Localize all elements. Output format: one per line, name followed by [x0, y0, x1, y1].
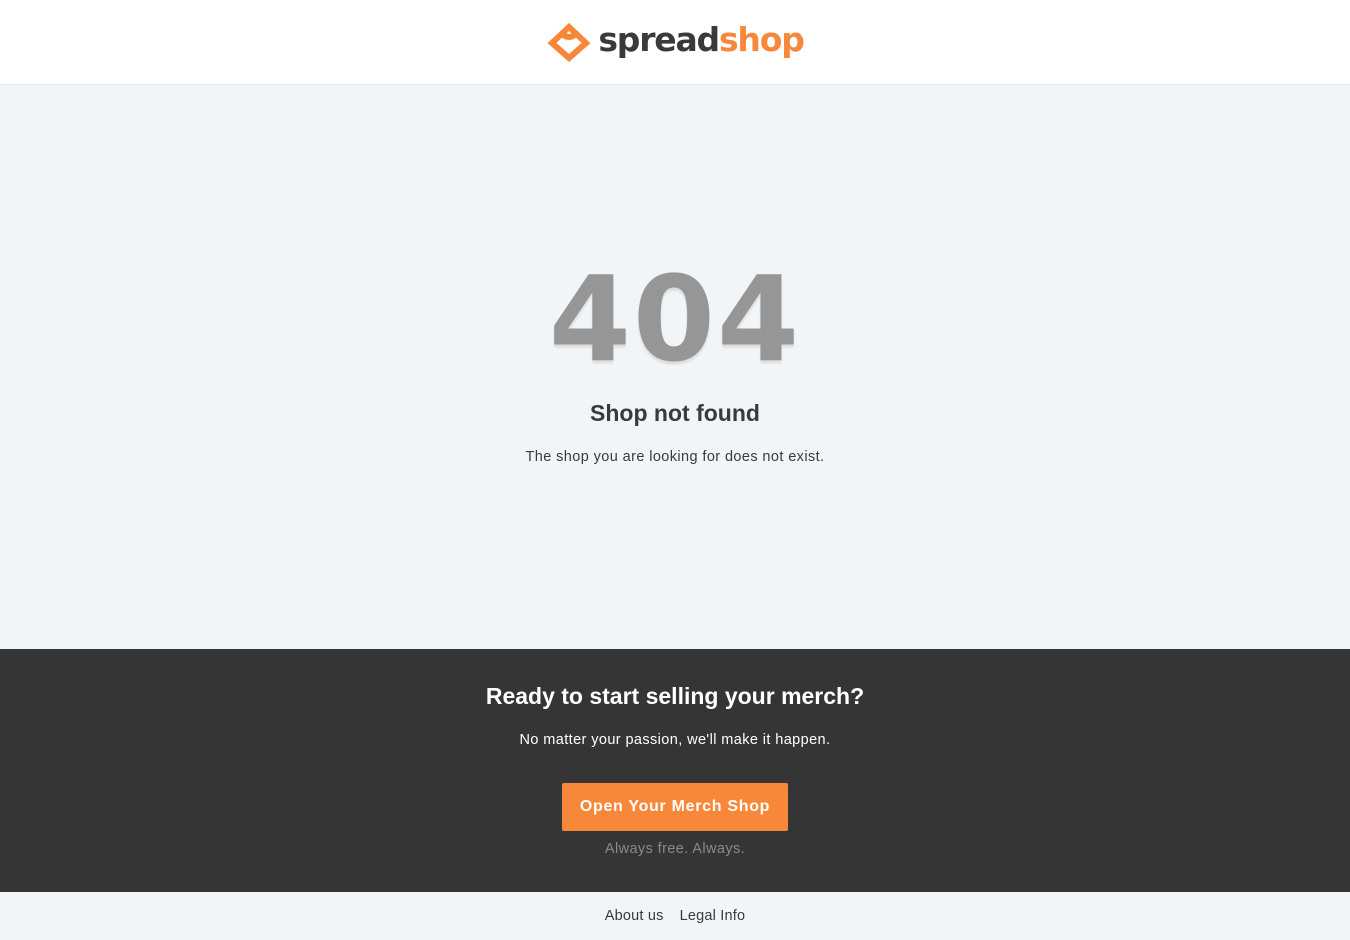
logo-wordmark: spreadshop: [598, 20, 805, 60]
open-merch-shop-button[interactable]: Open Your Merch Shop: [562, 783, 788, 831]
logo-wordmark-spread: spread: [598, 20, 720, 59]
heart-diamond-icon: [547, 22, 591, 62]
error-title: Shop not found: [590, 400, 760, 426]
footer-link-legal-info[interactable]: Legal Info: [680, 908, 746, 924]
site-header: spreadshop: [0, 0, 1350, 85]
spreadshop-logo[interactable]: spreadshop: [546, 20, 805, 62]
promo-note: Always free. Always.: [604, 841, 746, 857]
error-message: The shop you are looking for does not ex…: [525, 449, 825, 465]
promo-subtitle: No matter your passion, we'll make it ha…: [519, 732, 831, 748]
error-code: 404: [548, 250, 802, 388]
logo-wordmark-shop: shop: [718, 20, 805, 59]
promo-title: Ready to start selling your merch?: [485, 683, 865, 709]
not-found-section: 404 Shop not found The shop you are look…: [0, 86, 1350, 649]
site-footer: About us Legal Info: [0, 892, 1350, 940]
footer-link-about-us[interactable]: About us: [605, 908, 664, 924]
merch-promo-banner: Ready to start selling your merch? No ma…: [0, 649, 1350, 892]
